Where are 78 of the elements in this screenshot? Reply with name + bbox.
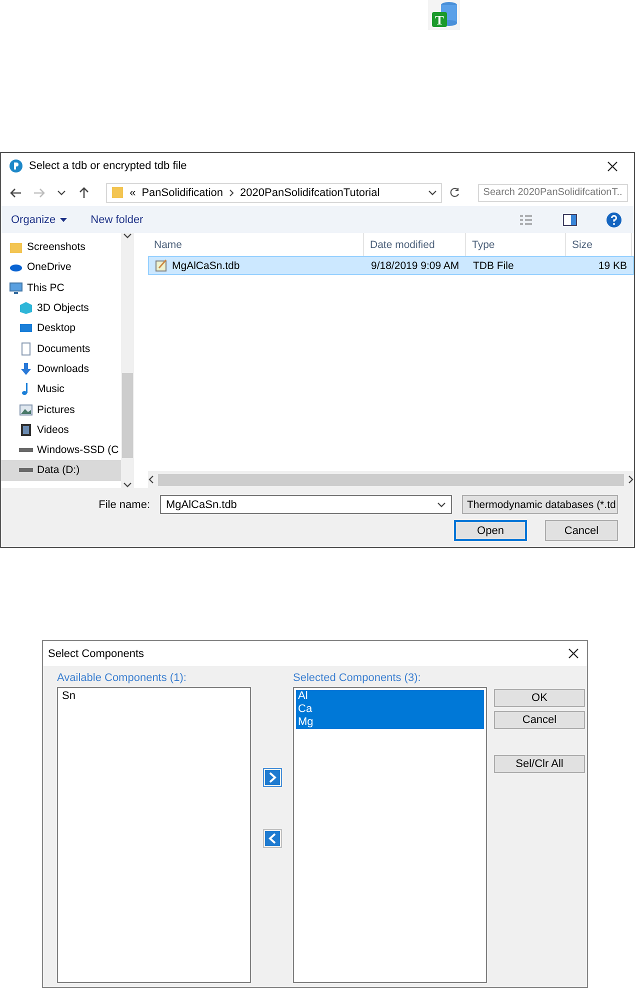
notepad-icon xyxy=(155,259,168,272)
sidebar-item[interactable]: Windows-SSD (C xyxy=(1,440,121,460)
dialog-button[interactable]: Cancel xyxy=(545,520,618,541)
sidebar-item[interactable]: Videos xyxy=(1,420,121,440)
caret-icon xyxy=(60,218,67,222)
right-arrow-icon xyxy=(32,188,45,198)
toolbar-button[interactable]: Organize xyxy=(11,214,67,226)
chevron-down-icon xyxy=(437,502,446,508)
sidebar-item[interactable]: Downloads xyxy=(1,358,121,380)
chevron-up-icon xyxy=(123,233,132,239)
breadcrumb-item[interactable]: PanSolidification xyxy=(142,186,224,198)
sidebar-item[interactable]: Documents xyxy=(1,338,121,359)
up-arrow-icon xyxy=(79,186,90,198)
address-bar[interactable]: « PanSolidification 2020PanSolidifcationTutorial xyxy=(106,182,442,202)
list-view-icon xyxy=(519,214,533,226)
sidebar-item[interactable]: Data (D:) xyxy=(1,460,121,481)
chevron-right-icon xyxy=(628,475,634,484)
breadcrumb-item[interactable]: 2020PanSolidifcationTutorial xyxy=(240,186,380,198)
chevron-down-icon xyxy=(123,482,132,488)
cube-icon xyxy=(19,301,33,316)
list-item[interactable]: Mg xyxy=(296,716,484,729)
window-title: Select Components xyxy=(48,648,145,660)
add-button[interactable] xyxy=(262,768,282,787)
file-row[interactable]: MgAlCaSn.tdb 9/18/2019 9:09 AM TDB File 19 KB xyxy=(148,256,634,275)
size-cell: 19 KB xyxy=(598,260,627,272)
search-field[interactable]: Search 2020PanSolidifcationT... xyxy=(478,184,628,202)
film-icon xyxy=(19,422,33,437)
file-name: MgAlCaSn.tdb xyxy=(172,260,240,272)
breadcrumb-item[interactable]: « xyxy=(130,186,136,198)
pane-icon xyxy=(563,214,577,226)
sidebar-item[interactable]: This PC xyxy=(1,278,121,298)
file-name-field[interactable]: MgAlCaSn.tdb xyxy=(160,495,452,514)
drive-icon xyxy=(19,448,33,452)
list-item[interactable]: Al xyxy=(296,690,484,703)
app-logo-icon xyxy=(9,159,23,173)
sidebar-item[interactable]: OneDrive xyxy=(1,257,121,278)
refresh-icon xyxy=(449,187,460,198)
dialog-button[interactable]: Sel/Clr All xyxy=(494,755,585,773)
help-button[interactable] xyxy=(604,210,624,230)
list-label: Selected Components (3): xyxy=(293,672,422,684)
sidebar-item[interactable]: Screenshots xyxy=(1,237,121,258)
file-name-label: File name: xyxy=(98,498,150,510)
chevron-left-icon xyxy=(148,475,154,484)
dialog-button[interactable]: OK xyxy=(494,689,585,707)
close-icon xyxy=(606,160,618,172)
type-cell: TDB File xyxy=(473,260,514,272)
database-app-icon: T xyxy=(428,0,460,30)
remove-button[interactable] xyxy=(262,829,282,848)
chevron-left-icon xyxy=(264,831,280,846)
drive-icon xyxy=(19,468,33,472)
chevron-right-icon xyxy=(264,770,280,785)
sidebar-item[interactable]: Music xyxy=(1,379,121,400)
chevron-right-icon xyxy=(229,188,234,196)
date-cell: 9/18/2019 9:09 AM xyxy=(371,260,460,272)
folder-icon xyxy=(110,186,124,199)
vertical-scrollbar[interactable] xyxy=(121,233,134,488)
window-title: Select a tdb or encrypted tdb file xyxy=(29,160,188,172)
dialog-button[interactable]: Open xyxy=(454,520,527,541)
dialog-button[interactable]: Cancel xyxy=(494,711,585,729)
chevron-down-icon xyxy=(428,190,437,196)
sidebar-item[interactable]: Desktop xyxy=(1,318,121,338)
file-type-dropdown[interactable]: Thermodynamic databases (*.td xyxy=(462,495,618,514)
chevron-down-icon xyxy=(57,190,66,196)
list-label: Available Components (1): xyxy=(57,672,188,684)
help-icon xyxy=(606,212,622,228)
list-item[interactable]: Sn xyxy=(60,690,248,703)
monitor-icon xyxy=(9,280,23,295)
picture-icon xyxy=(19,402,33,417)
sidebar-item[interactable]: Pictures xyxy=(1,399,121,420)
left-arrow-icon xyxy=(10,188,22,198)
list-item[interactable]: Ca xyxy=(296,703,484,716)
down-arrow-icon xyxy=(19,362,33,376)
close-icon xyxy=(568,648,578,659)
folder-icon xyxy=(9,240,23,254)
sidebar-item[interactable]: 3D Objects xyxy=(1,298,121,318)
horizontal-scrollbar[interactable] xyxy=(148,471,634,488)
document-icon xyxy=(19,342,33,356)
toolbar-button[interactable]: New folder xyxy=(90,214,144,226)
